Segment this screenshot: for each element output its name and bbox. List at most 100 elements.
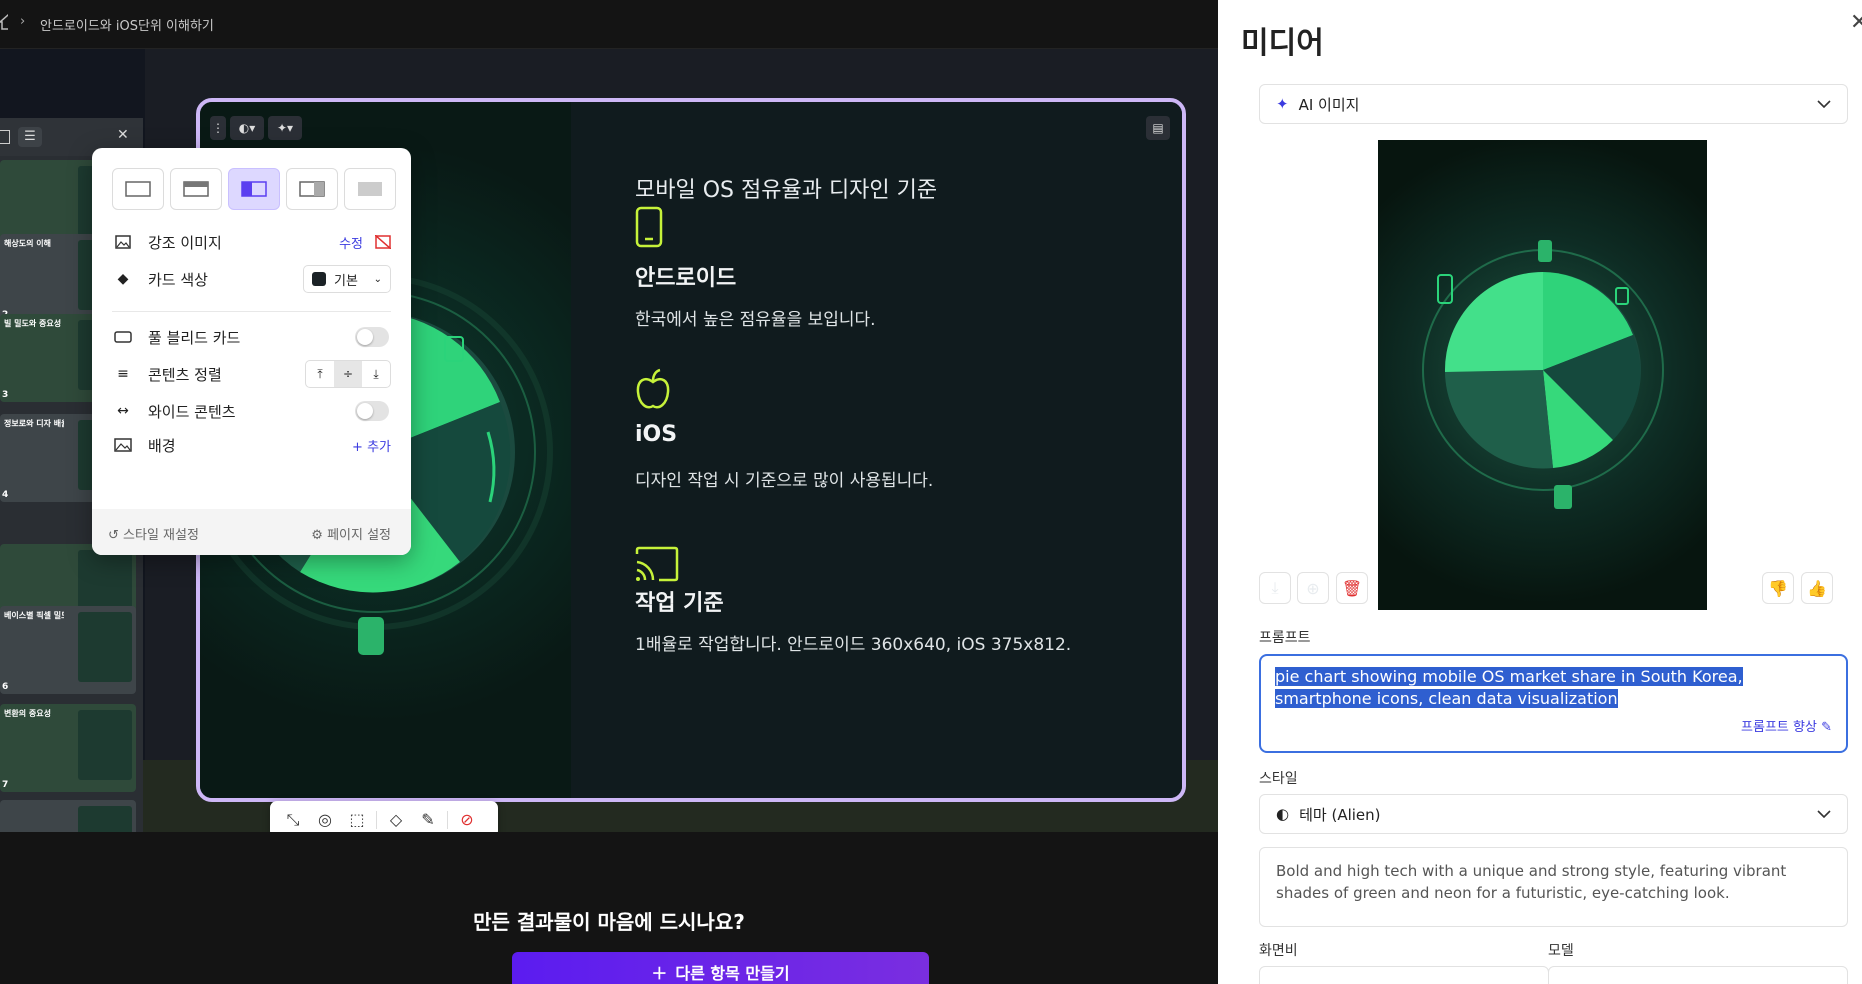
download-icon[interactable]: ⤓	[1259, 572, 1291, 604]
full-bleed-toggle[interactable]	[355, 327, 389, 347]
thumbs-up-icon[interactable]: 👍	[1801, 572, 1833, 604]
list-view-icon[interactable]: ☰	[18, 127, 42, 147]
accent-image-row: 강조 이미지 수정	[112, 228, 391, 256]
section-heading[interactable]: iOS	[635, 422, 677, 447]
prompt-label: 프롬프트	[1259, 630, 1311, 646]
media-source-value: AI 이미지	[1298, 95, 1360, 114]
layout-right-button[interactable]	[286, 168, 338, 210]
card-icon	[112, 331, 134, 343]
thumbnail-number: 3	[2, 390, 9, 400]
trash-icon[interactable]: 🗑	[1336, 572, 1368, 604]
section-heading[interactable]: 작업 기준	[635, 585, 724, 617]
card-color-value: 기본	[334, 273, 358, 289]
media-source-select[interactable]: ✦ AI 이미지	[1259, 84, 1848, 124]
align-button-group: ⤒ ÷ ⤓	[305, 360, 391, 388]
sparkle-icon[interactable]: ✦▾	[268, 116, 302, 140]
align-center-icon[interactable]: ÷	[334, 361, 362, 387]
remove-image-icon[interactable]	[375, 235, 391, 249]
model-select[interactable]	[1548, 966, 1848, 984]
background-label: 배경	[148, 436, 176, 455]
close-icon[interactable]: ✕	[117, 127, 129, 143]
align-top-icon[interactable]: ⤒	[306, 361, 334, 387]
layout-left-button[interactable]	[228, 168, 280, 210]
reset-style-button[interactable]: ↺ 스타일 재설정	[108, 524, 199, 543]
generated-image[interactable]	[1378, 140, 1707, 610]
add-background-link[interactable]: + 추가	[352, 436, 391, 455]
thumbnail-title: 정보로와 디자 배율	[4, 419, 64, 428]
slide-title[interactable]: 모바일 OS 점유율과 디자인 기준	[635, 172, 937, 204]
close-icon[interactable]: ✕	[1850, 10, 1862, 35]
plus-icon: ＋	[651, 964, 668, 983]
popup-footer: ↺ 스타일 재설정 ⚙ 페이지 설정	[92, 509, 411, 555]
apple-icon	[635, 368, 671, 412]
wide-content-label: 와이드 콘텐츠	[148, 402, 236, 421]
chevron-down-icon: ⌄	[373, 273, 382, 285]
reset-style-label: 스타일 재설정	[123, 528, 199, 543]
section-body[interactable]: 1배율로 작업합니다. 안드로이드 360x640, iOS 375x812.	[635, 630, 1071, 655]
arrows-horizontal-icon: ↔	[117, 403, 129, 419]
section-body[interactable]: 한국에서 높은 점유율을 보입니다.	[635, 305, 876, 330]
slide-thumbnail[interactable]: 변환의 중요성 7	[0, 704, 136, 792]
thumbnail-image	[78, 710, 132, 780]
make-another-button[interactable]: ＋ 다른 항목 만들기	[512, 952, 929, 984]
media-panel-title: 미디어	[1241, 26, 1324, 61]
page-settings-button[interactable]: ⚙ 페이지 설정	[311, 524, 391, 543]
layout-top-button[interactable]	[170, 168, 222, 210]
style-select[interactable]: ◐ 테마 (Alien)	[1259, 794, 1848, 834]
thumbnail-number: 7	[2, 780, 9, 790]
sparkle-icon: ✦	[1276, 95, 1289, 113]
full-bleed-row: 풀 블리드 카드	[112, 323, 391, 351]
thumbnail-title: 빌 밀도와 중요성	[4, 319, 62, 328]
card-style-popup: 강조 이미지 수정 ◆ 카드 색상 기본 ⌄ 풀 블리드 카드 ≡ 콘텐츠 정렬…	[92, 148, 411, 555]
focus-icon[interactable]: ◎	[312, 807, 338, 833]
prompt-textarea[interactable]: pie chart showing mobile OS market share…	[1259, 654, 1848, 753]
chevron-down-icon	[1817, 810, 1831, 818]
palette-icon: ◐	[1276, 805, 1290, 823]
divider	[376, 810, 377, 829]
grid-view-icon[interactable]	[0, 130, 10, 144]
card-color-select[interactable]: 기본 ⌄	[303, 265, 391, 293]
card-color-label: 카드 색상	[148, 270, 208, 289]
wide-content-row: ↔ 와이드 콘텐츠	[112, 397, 391, 425]
accent-image-label: 강조 이미지	[148, 233, 222, 252]
slide-content[interactable]: 모바일 OS 점유율과 디자인 기준 안드로이드 한국에서 높은 점유율을 보입…	[571, 102, 1182, 798]
thumbs-down-icon[interactable]: 👎	[1762, 572, 1794, 604]
collapse-icon[interactable]: ⤡	[280, 807, 306, 833]
layout-full-button[interactable]	[344, 168, 396, 210]
background-image-icon	[112, 438, 134, 452]
edit-icon[interactable]: ✎	[415, 807, 441, 833]
edit-image-link[interactable]: 수정	[339, 233, 363, 252]
divider	[112, 311, 391, 312]
section-heading[interactable]: 안드로이드	[635, 260, 736, 292]
thumbnail-title: 변환의 중요성	[4, 709, 51, 718]
full-bleed-label: 풀 블리드 카드	[148, 328, 241, 347]
align-bottom-icon[interactable]: ⤓	[362, 361, 390, 387]
top-bar: › 안드로이드와 iOS단위 이해하기	[0, 0, 1218, 49]
section-body[interactable]: 디자인 작업 시 기준으로 많이 사용됩니다.	[635, 466, 933, 491]
palette-icon[interactable]: ◐▾	[230, 116, 264, 140]
remove-image-icon[interactable]: ⊘	[454, 807, 480, 833]
magic-wand-icon: ✎	[1821, 720, 1832, 735]
shapes-icon[interactable]: ◇	[383, 807, 409, 833]
layout-blank-button[interactable]	[112, 168, 164, 210]
thumbnail-number: 4	[2, 490, 9, 500]
cast-icon	[635, 546, 679, 582]
aspect-ratio-select[interactable]	[1259, 966, 1549, 984]
wide-content-toggle[interactable]	[355, 401, 389, 421]
reset-icon: ↺	[108, 528, 124, 543]
crop-icon[interactable]: ⬚	[344, 807, 370, 833]
divider	[447, 810, 448, 829]
breadcrumb[interactable]: 안드로이드와 iOS단위 이해하기	[40, 15, 214, 34]
notes-icon[interactable]: ▤	[1146, 116, 1170, 140]
style-value: 테마 (Alien)	[1299, 805, 1381, 824]
make-another-label: 다른 항목 만들기	[675, 964, 790, 983]
background-row: 배경 + 추가	[112, 431, 391, 459]
home-icon[interactable]	[0, 14, 8, 30]
thumbnail-number: 6	[2, 682, 9, 692]
thumbnail-title: 베이스별 픽셀 밀도 본	[4, 611, 64, 620]
improve-prompt-button[interactable]: 프롬프트 향상 ✎	[1741, 717, 1832, 739]
zoom-in-icon[interactable]: ⊕	[1297, 572, 1329, 604]
more-icon[interactable]: ⋮	[210, 116, 226, 140]
slide-thumbnail[interactable]: 베이스별 픽셀 밀도 본 6	[0, 606, 136, 694]
card-color-row: ◆ 카드 색상 기본 ⌄	[112, 265, 391, 293]
